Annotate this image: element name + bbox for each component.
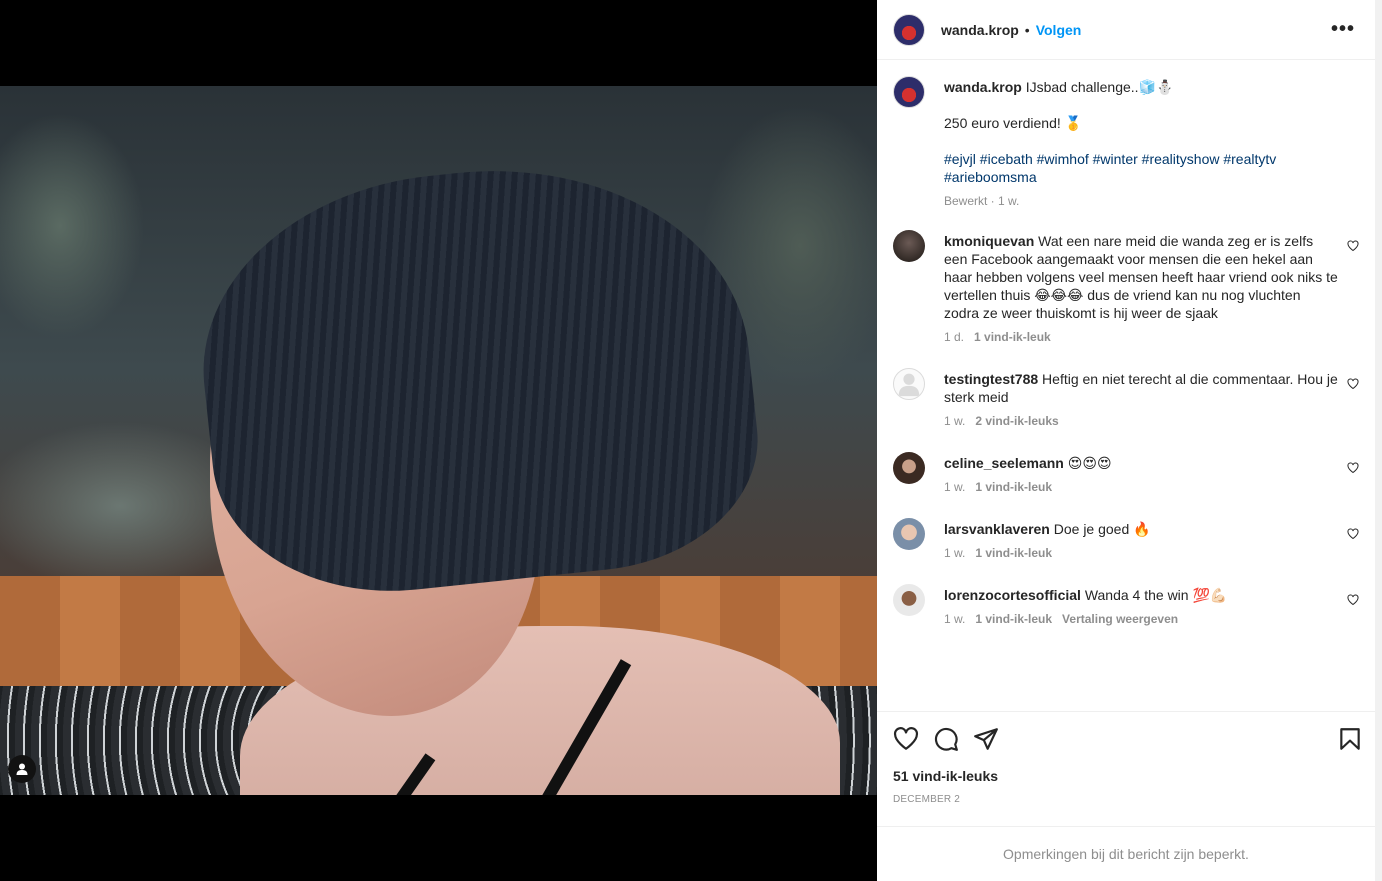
comment-likes[interactable]: 1 vind-ik-leuk (975, 480, 1052, 494)
comment-meta: 1 w. 1 vind-ik-leuk (944, 546, 1359, 560)
comment-likes[interactable]: 1 vind-ik-leuk (975, 546, 1052, 560)
likes-count[interactable]: 51 vind-ik-leuks (893, 768, 998, 784)
comment-meta: 1 w. 1 vind-ik-leuk (944, 480, 1359, 494)
comment-time: 1 w. (944, 480, 966, 494)
comment-meta: 1 w. 2 vind-ik-leuks (944, 414, 1359, 428)
comment-item: larsvanklaveren Doe je goed 🔥 1 w. 1 vind… (893, 518, 1359, 560)
comment-text: Doe je goed 🔥 (1053, 521, 1151, 537)
comments-restricted-notice: Opmerkingen bij dit bericht zijn beperkt… (877, 826, 1375, 881)
comment-item: kmoniquevan Wat een nare meid die wanda … (893, 230, 1359, 344)
user-tag-icon (16, 763, 28, 775)
caption-hashtags[interactable]: #ejvjl #icebath #wimhof #winter #reality… (944, 150, 1339, 186)
comment-body: testingtest788 Heftig en niet terecht al… (944, 368, 1339, 406)
caption: wanda.krop IJsbad challenge..🧊⛄ 250 euro… (893, 76, 1359, 208)
header-separator: • (1024, 21, 1030, 38)
bookmark-icon[interactable] (1337, 726, 1363, 752)
post-side-panel: wanda.krop • Volgen ••• wanda.krop IJsba… (877, 0, 1375, 881)
comment-likes[interactable]: 2 vind-ik-leuks (975, 414, 1058, 428)
more-options-icon[interactable]: ••• (1331, 18, 1355, 41)
comment-username[interactable]: kmoniquevan (944, 233, 1034, 249)
comment-meta: 1 w. 1 vind-ik-leuk Vertaling weergeven (944, 612, 1359, 626)
scrollbar[interactable] (1375, 0, 1382, 881)
post-media (0, 0, 877, 881)
comment-time: 1 w. (944, 414, 966, 428)
comment-heart-icon[interactable] (1347, 528, 1359, 540)
comment-item: celine_seelemann 😍😍😍 1 w. 1 vind-ik-leuk (893, 452, 1359, 494)
comment-body: lorenzocortesofficial Wanda 4 the win 💯💪… (944, 584, 1339, 604)
follow-button[interactable]: Volgen (1036, 22, 1082, 38)
commenter-avatar[interactable] (893, 452, 925, 484)
comment-username[interactable]: lorenzocortesofficial (944, 587, 1081, 603)
share-icon[interactable] (973, 726, 999, 752)
user-tag-button[interactable] (8, 755, 36, 783)
translate-link[interactable]: Vertaling weergeven (1062, 612, 1178, 626)
caption-text-line2: 250 euro verdiend! 🥇 (944, 115, 1083, 131)
comment-body: kmoniquevan Wat een nare meid die wanda … (944, 230, 1339, 322)
comment-text: Wanda 4 the win 💯💪🏻 (1084, 587, 1228, 603)
comment-item: testingtest788 Heftig en niet terecht al… (893, 368, 1359, 428)
post-actions: 51 vind-ik-leuks DECEMBER 2 (877, 711, 1375, 827)
comment-time: 1 w. (944, 546, 966, 560)
default-avatar-icon (898, 373, 920, 397)
commenter-avatar[interactable] (893, 518, 925, 550)
author-username[interactable]: wanda.krop (941, 22, 1019, 38)
comment-heart-icon[interactable] (1347, 462, 1359, 474)
comment-username[interactable]: celine_seelemann (944, 455, 1064, 471)
heart-icon[interactable] (893, 726, 919, 752)
author-avatar[interactable] (893, 13, 925, 46)
comment-item: lorenzocortesofficial Wanda 4 the win 💯💪… (893, 584, 1359, 626)
comment-heart-icon[interactable] (1347, 240, 1359, 252)
comment-username[interactable]: testingtest788 (944, 371, 1038, 387)
commenter-avatar[interactable] (893, 584, 925, 616)
comment-heart-icon[interactable] (1347, 378, 1359, 390)
comment-likes[interactable]: 1 vind-ik-leuk (974, 330, 1051, 344)
comment-meta: 1 d. 1 vind-ik-leuk (944, 330, 1359, 344)
comment-body: celine_seelemann 😍😍😍 (944, 452, 1339, 472)
post-date[interactable]: DECEMBER 2 (893, 794, 960, 805)
post-header: wanda.krop • Volgen ••• (877, 0, 1375, 60)
comment-likes[interactable]: 1 vind-ik-leuk (975, 612, 1052, 626)
comment-icon[interactable] (933, 726, 959, 752)
comment-body: larsvanklaveren Doe je goed 🔥 (944, 518, 1339, 538)
comment-username[interactable]: larsvanklaveren (944, 521, 1050, 537)
commenter-avatar[interactable] (893, 368, 925, 400)
commenter-avatar[interactable] (893, 230, 925, 262)
comment-text: 😍😍😍 (1067, 455, 1112, 471)
caption-meta: Bewerkt · 1 w. (944, 194, 1020, 208)
comment-heart-icon[interactable] (1347, 594, 1359, 606)
caption-body: wanda.krop IJsbad challenge..🧊⛄ 250 euro… (944, 76, 1339, 186)
author-avatar[interactable] (893, 76, 925, 108)
post-photo[interactable] (0, 86, 877, 795)
comment-time: 1 w. (944, 612, 966, 626)
comment-time: 1 d. (944, 330, 965, 344)
comments-list[interactable]: wanda.krop IJsbad challenge..🧊⛄ 250 euro… (877, 61, 1375, 711)
caption-text: IJsbad challenge..🧊⛄ (1025, 79, 1174, 95)
caption-username[interactable]: wanda.krop (944, 79, 1022, 95)
